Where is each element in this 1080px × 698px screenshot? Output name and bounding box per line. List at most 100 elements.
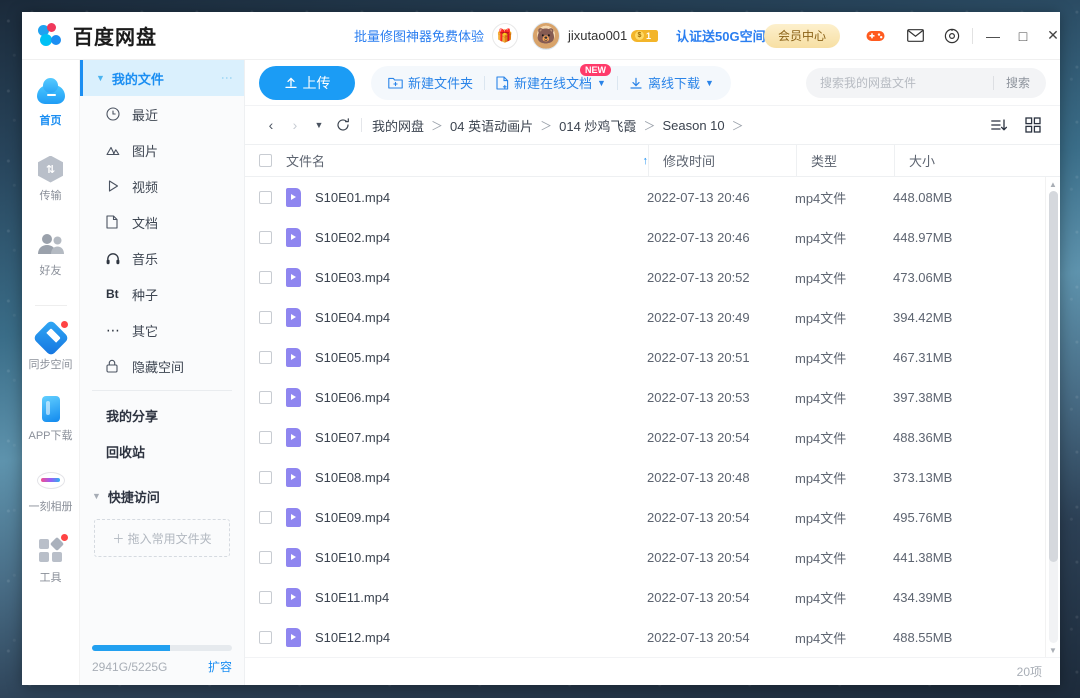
cell-file-name[interactable]: S10E02.mp4: [245, 227, 633, 247]
cell-file-name[interactable]: S10E10.mp4: [245, 547, 633, 567]
vip-center-button[interactable]: 会员中心: [764, 23, 840, 48]
history-dropdown-button[interactable]: ▼: [307, 113, 331, 137]
search-button[interactable]: 搜索: [994, 74, 1042, 91]
search-input[interactable]: [820, 75, 993, 90]
username-label[interactable]: jixutao001: [568, 28, 627, 43]
table-row[interactable]: S10E06.mp4 2022-07-13 20:53 mp4文件 397.38MB: [245, 377, 1045, 417]
back-button[interactable]: ‹: [259, 113, 283, 137]
table-row[interactable]: S10E03.mp4 2022-07-13 20:52 mp4文件 473.06MB: [245, 257, 1045, 297]
table-row[interactable]: S10E04.mp4 2022-07-13 20:49 mp4文件 394.42MB: [245, 297, 1045, 337]
tree-item-recycle-bin[interactable]: 回收站: [80, 433, 244, 469]
row-checkbox[interactable]: [259, 190, 272, 204]
cell-file-name[interactable]: S10E07.mp4: [245, 427, 633, 447]
row-checkbox[interactable]: [259, 310, 272, 324]
table-row[interactable]: S10E10.mp4 2022-07-13 20:54 mp4文件 441.38MB: [245, 537, 1045, 577]
table-row[interactable]: S10E12.mp4 2022-07-13 20:54 mp4文件 488.55MB: [245, 617, 1045, 657]
more-options-icon[interactable]: ⋮: [220, 72, 234, 85]
tree-item-videos[interactable]: 视频: [80, 168, 244, 204]
scrollbar-track[interactable]: [1049, 191, 1058, 643]
row-checkbox[interactable]: [259, 270, 272, 284]
mail-icon[interactable]: [904, 25, 926, 47]
tree-header-my-files[interactable]: ▼ 我的文件 ⋮: [80, 60, 244, 96]
tree-item-hidden-space[interactable]: 隐藏空间: [80, 348, 244, 384]
cell-file-name[interactable]: S10E09.mp4: [245, 507, 633, 527]
cell-file-name[interactable]: S10E05.mp4: [245, 347, 633, 367]
video-file-icon: [286, 347, 301, 367]
header-cell-name[interactable]: 文件名 ↑: [245, 151, 648, 170]
table-row[interactable]: S10E08.mp4 2022-07-13 20:48 mp4文件 373.13MB: [245, 457, 1045, 497]
quick-access-header[interactable]: ▼ 快捷访问: [80, 479, 244, 513]
offline-download-button[interactable]: 离线下载 ▼: [618, 73, 725, 92]
new-online-doc-button[interactable]: NEW 新建在线文档 ▼: [485, 64, 617, 92]
table-row[interactable]: S10E07.mp4 2022-07-13 20:54 mp4文件 488.36MB: [245, 417, 1045, 457]
sidebar-item-home[interactable]: 首页: [22, 72, 80, 133]
grid-view-icon[interactable]: [1020, 113, 1046, 137]
maximize-button[interactable]: □: [1008, 21, 1038, 51]
new-folder-icon: [388, 77, 403, 89]
refresh-button[interactable]: [331, 113, 355, 137]
forward-button[interactable]: ›: [283, 113, 307, 137]
row-checkbox[interactable]: [259, 550, 272, 564]
tree-item-recent[interactable]: 最近: [80, 96, 244, 132]
sidebar-item-tools[interactable]: 工具: [22, 529, 80, 590]
file-list-scrollbar[interactable]: ▲ ▼: [1045, 177, 1060, 657]
cell-file-name[interactable]: S10E11.mp4: [245, 587, 633, 607]
new-folder-button[interactable]: 新建文件夹: [377, 73, 484, 92]
row-checkbox[interactable]: [259, 230, 272, 244]
breadcrumb-item-1[interactable]: 04 英语动画片: [450, 116, 533, 135]
close-button[interactable]: ✕: [1038, 21, 1060, 51]
breadcrumb-item-3[interactable]: Season 10: [662, 118, 724, 133]
header-cell-size[interactable]: 大小: [894, 145, 992, 176]
tree-item-torrent[interactable]: Bt 种子: [80, 276, 244, 312]
gift-icon[interactable]: 🎁: [492, 22, 518, 49]
expand-storage-link[interactable]: 扩容: [208, 658, 232, 675]
cell-file-name[interactable]: S10E12.mp4: [245, 627, 633, 647]
game-controller-icon[interactable]: [864, 25, 886, 47]
table-row[interactable]: S10E01.mp4 2022-07-13 20:46 mp4文件 448.08MB: [245, 177, 1045, 217]
scroll-down-arrow[interactable]: ▼: [1046, 643, 1060, 657]
cell-file-name[interactable]: S10E08.mp4: [245, 467, 633, 487]
tree-item-other[interactable]: ⋯ 其它: [80, 312, 244, 348]
cell-modified-time: 2022-07-13 20:46: [647, 229, 750, 245]
tree-item-documents[interactable]: 文档: [80, 204, 244, 240]
sidebar-item-app-download[interactable]: APP下载: [22, 387, 80, 448]
sidebar-item-sync-space[interactable]: 同步空间: [22, 316, 80, 377]
settings-icon[interactable]: [941, 25, 963, 47]
breadcrumb-item-2[interactable]: 014 炒鸡飞霞: [559, 116, 636, 135]
promo-link[interactable]: 批量修图神器免费体验: [354, 26, 484, 45]
sort-list-icon[interactable]: [986, 113, 1012, 137]
avatar[interactable]: 🐻: [532, 21, 560, 50]
tree-item-music[interactable]: 音乐: [80, 240, 244, 276]
tree-item-images[interactable]: 图片: [80, 132, 244, 168]
coin-badge[interactable]: $1: [631, 28, 659, 43]
sidebar-item-photo-album[interactable]: 一刻相册: [22, 458, 80, 519]
row-checkbox[interactable]: [259, 430, 272, 444]
table-row[interactable]: S10E02.mp4 2022-07-13 20:46 mp4文件 448.97MB: [245, 217, 1045, 257]
sidebar-item-friends[interactable]: 好友: [22, 222, 80, 283]
cell-file-name[interactable]: S10E01.mp4: [245, 187, 633, 207]
quick-access-dropzone[interactable]: ＋ 拖入常用文件夹: [94, 519, 230, 557]
row-checkbox[interactable]: [259, 630, 272, 644]
header-cell-time[interactable]: 修改时间: [648, 145, 796, 176]
select-all-checkbox[interactable]: [259, 154, 272, 167]
upload-button[interactable]: 上传: [259, 65, 355, 100]
scrollbar-thumb[interactable]: [1049, 191, 1058, 562]
cell-file-name[interactable]: S10E06.mp4: [245, 387, 633, 407]
row-checkbox[interactable]: [259, 510, 272, 524]
cell-file-name[interactable]: S10E03.mp4: [245, 267, 633, 287]
row-checkbox[interactable]: [259, 390, 272, 404]
row-checkbox[interactable]: [259, 470, 272, 484]
certify-promo-link[interactable]: 认证送50G空间: [676, 26, 766, 45]
table-row[interactable]: S10E09.mp4 2022-07-13 20:54 mp4文件 495.76MB: [245, 497, 1045, 537]
row-checkbox[interactable]: [259, 590, 272, 604]
table-row[interactable]: S10E11.mp4 2022-07-13 20:54 mp4文件 434.39MB: [245, 577, 1045, 617]
cell-file-name[interactable]: S10E04.mp4: [245, 307, 633, 327]
table-row[interactable]: S10E05.mp4 2022-07-13 20:51 mp4文件 467.31MB: [245, 337, 1045, 377]
tree-item-my-shares[interactable]: 我的分享: [80, 397, 244, 433]
sidebar-item-transfer[interactable]: ⇅ 传输: [22, 147, 80, 208]
breadcrumb-item-0[interactable]: 我的网盘: [372, 116, 424, 135]
scroll-up-arrow[interactable]: ▲: [1046, 177, 1060, 191]
row-checkbox[interactable]: [259, 350, 272, 364]
header-cell-type[interactable]: 类型: [796, 145, 894, 176]
minimize-button[interactable]: —: [978, 21, 1008, 51]
